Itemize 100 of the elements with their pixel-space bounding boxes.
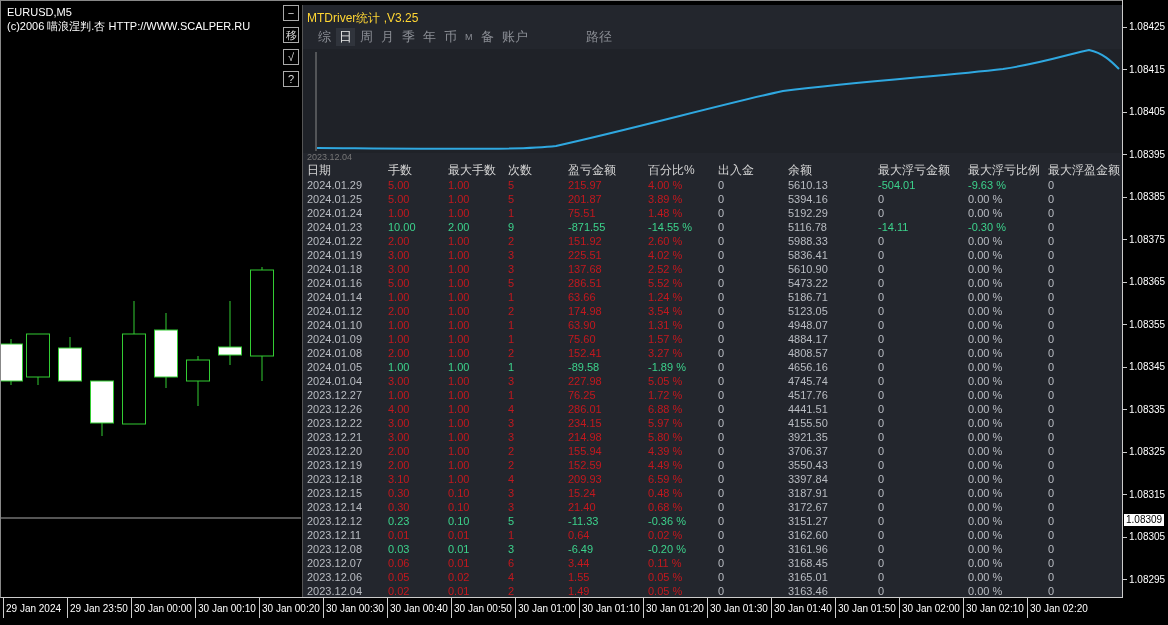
table-cell-text: 6 xyxy=(507,556,516,570)
table-cell-text: 1.49 xyxy=(567,584,591,597)
table-cell-text: 1.00 xyxy=(387,290,411,304)
table-cell-text: 214.98 xyxy=(567,430,603,444)
table-cell-text: 2.60 % xyxy=(647,234,684,248)
table-cell-text: 152.59 xyxy=(567,458,603,472)
table-cell-text: 0.00 % xyxy=(967,472,1004,486)
table-cell-text: 0.00 % xyxy=(967,402,1004,416)
table-cell-text: 2023.12.19 xyxy=(306,458,364,472)
table-cell-text: 0 xyxy=(877,458,886,472)
table-cell-text: 0.00 % xyxy=(967,276,1004,290)
table-cell-text: 1.00 xyxy=(447,248,471,262)
panel-button[interactable]: √ xyxy=(283,49,299,65)
table-cell-text: -0.20 % xyxy=(647,542,687,556)
table-cell-text: 0 xyxy=(877,444,886,458)
tab[interactable]: 综 xyxy=(315,28,334,46)
time-label: 30 Jan 01:20 xyxy=(643,598,707,618)
table-cell-text: 0.02 % xyxy=(647,528,684,542)
table-cell-text: 2 xyxy=(507,458,516,472)
table-cell-text: 1.31 % xyxy=(647,318,684,332)
table-cell-text: 0.11 % xyxy=(647,556,683,570)
table-cell-text: 2 xyxy=(507,346,516,360)
table-cell-text: 0.00 % xyxy=(967,262,1004,276)
price-label: 1.08395 xyxy=(1129,148,1166,161)
table-cell-text: 0.01 xyxy=(447,528,471,542)
candle xyxy=(218,300,242,366)
column-header: 出入金 xyxy=(717,163,755,178)
column-header: 最大浮盈金额 xyxy=(1047,163,1121,178)
table-cell-text: 0 xyxy=(1047,192,1056,206)
tab[interactable]: 周 xyxy=(357,28,376,46)
table-cell-text: 0.00 % xyxy=(967,542,1004,556)
table-cell-text: 5.00 xyxy=(387,276,411,290)
panel-button[interactable]: − xyxy=(283,5,299,21)
tab[interactable]: 日 xyxy=(336,28,355,46)
table-cell-text: 1 xyxy=(507,360,516,374)
table-cell-text: 0 xyxy=(1047,472,1056,486)
tab[interactable]: 路径 xyxy=(582,28,615,46)
table-cell-text: 5116.78 xyxy=(787,220,828,234)
tab[interactable]: M xyxy=(462,28,476,46)
table-cell-text: 5192.29 xyxy=(787,206,829,220)
tab[interactable]: 年 xyxy=(420,28,439,46)
table-cell-text: 2.00 xyxy=(387,346,411,360)
panel-button[interactable]: ? xyxy=(283,71,299,87)
table-cell-text: 0.68 % xyxy=(647,500,684,514)
price-label: 1.08405 xyxy=(1129,106,1166,118)
table-cell-text: 3550.43 xyxy=(787,458,829,472)
column-header: 最大浮亏比例 xyxy=(967,163,1041,178)
table-cell-text: 0.00 % xyxy=(967,570,1004,584)
table-cell-text: -9.63 % xyxy=(967,178,1007,192)
table-cell-text: 0.00 % xyxy=(967,458,1004,472)
table-cell-text: 3 xyxy=(507,416,516,430)
table-cell-text: 0 xyxy=(1047,486,1056,500)
table-cell-text: 1 xyxy=(507,388,516,402)
tab[interactable]: 币 xyxy=(441,28,460,46)
table-cell-text: 0.10 xyxy=(447,500,471,514)
table-cell-text: 0 xyxy=(877,290,886,304)
table-cell-text: 0.00 % xyxy=(967,388,1004,402)
panel-button[interactable]: 移 xyxy=(283,27,299,43)
table-cell-text: 0.30 xyxy=(387,500,411,514)
table-cell-text: -504.01 xyxy=(877,178,917,192)
tab[interactable]: 账户 xyxy=(498,28,531,46)
table-cell-text: 0 xyxy=(1047,556,1056,570)
table-cell-text: 234.15 xyxy=(567,416,603,430)
table-cell-text: 0.00 % xyxy=(967,290,1004,304)
table-cell-text: 0 xyxy=(1047,374,1056,388)
table-cell-text: 63.66 xyxy=(567,290,597,304)
table-cell-text: 0 xyxy=(717,458,726,472)
table-cell-text: 0 xyxy=(717,570,726,584)
table-cell-text: 1.00 xyxy=(447,430,471,444)
table-cell-text: 1.00 xyxy=(447,234,471,248)
table-cell-text: 0 xyxy=(717,402,726,416)
candle xyxy=(1,338,23,386)
table-cell-text: 0.10 xyxy=(447,486,471,500)
table-cell-text: 3172.67 xyxy=(787,500,829,514)
table-cell-text: 227.98 xyxy=(567,374,603,388)
tab[interactable]: 月 xyxy=(378,28,397,46)
table-cell-text: 0 xyxy=(717,528,726,542)
table-cell-text: 0 xyxy=(877,346,886,360)
table-cell-text: -871.55 xyxy=(567,220,607,234)
table-cell-text: 0.01 xyxy=(447,542,471,556)
table-cell-text: 2024.01.16 xyxy=(306,276,364,290)
table-cell-text: 0 xyxy=(1047,570,1056,584)
table-cell-text: 0.00 % xyxy=(967,514,1004,528)
table-cell-text: 4745.74 xyxy=(787,374,829,388)
table-cell-text: 0.02 xyxy=(447,570,471,584)
tab[interactable]: 备 xyxy=(477,28,497,46)
table-cell-text: 0.10 xyxy=(447,514,471,528)
table-cell-text: -14.11 xyxy=(877,220,910,234)
table-cell-text: 1.00 xyxy=(447,178,471,192)
time-label: 30 Jan 00:20 xyxy=(259,598,323,618)
table-cell-text: 0.00 % xyxy=(967,486,1004,500)
price-label: 1.08325 xyxy=(1129,446,1166,458)
table-cell-text: 1.00 xyxy=(447,360,471,374)
tab[interactable]: 季 xyxy=(399,28,418,46)
column-header: 盈亏金额 xyxy=(567,163,617,178)
price-label: 1.08355 xyxy=(1129,318,1166,331)
table-cell-text: 0 xyxy=(717,248,726,262)
table-cell-text: 5.52 % xyxy=(647,276,684,290)
table-cell-text: 0 xyxy=(1047,584,1056,597)
table-cell-text: 0 xyxy=(877,556,886,570)
